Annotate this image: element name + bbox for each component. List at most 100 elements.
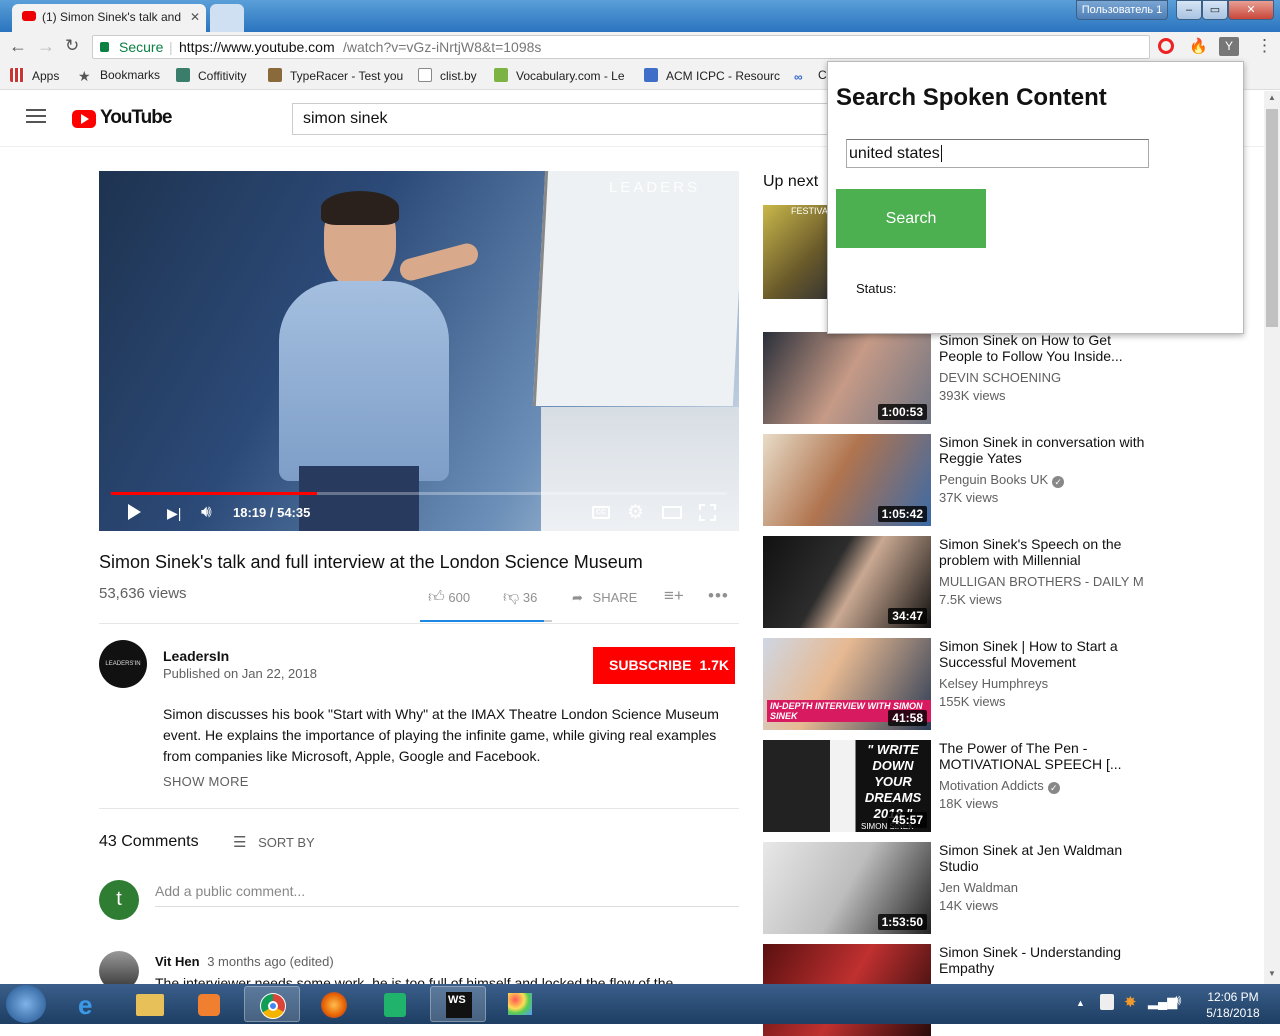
extension-popup: Search Spoken Content united states Sear… [827, 61, 1244, 334]
tray-app-icon[interactable] [368, 986, 424, 1022]
video-thumbnail[interactable]: 1:53:50 [763, 842, 931, 934]
recommended-title[interactable]: Simon Sinek - Understanding Empathy [939, 944, 1149, 976]
recommended-video[interactable]: 1:05:42 Simon Sinek in conversation with … [763, 434, 1144, 526]
volume-icon[interactable]: 🔊︎ [201, 502, 212, 522]
recommended-channel[interactable]: MULLIGAN BROTHERS - DAILY MOT [939, 574, 1144, 589]
close-tab-icon[interactable]: ✕ [190, 4, 200, 30]
captions-icon[interactable]: CC [592, 506, 610, 519]
progress-track[interactable] [111, 492, 727, 495]
like-button[interactable]: 👍︎ 600 [428, 588, 470, 607]
recommended-video[interactable]: IN-DEPTH INTERVIEW WITH SIMON SINEK 41:58… [763, 638, 1143, 730]
channel-label: DEVIN SCHOENING [939, 370, 1062, 385]
recommended-title[interactable]: Simon Sinek on How to Get People to Foll… [939, 332, 1149, 364]
hamburger-menu-icon[interactable] [26, 109, 46, 111]
bookmark-codeforces[interactable]: ∞ C [794, 68, 827, 84]
close-window-icon[interactable]: ✕ [1228, 0, 1274, 20]
recommended-channel[interactable]: Jen Waldman [939, 880, 1144, 895]
media-player-icon[interactable] [182, 986, 238, 1022]
menu-dots-icon[interactable]: ⋮ [1256, 36, 1273, 56]
youtube-search-input[interactable]: simon sinek [292, 103, 852, 135]
bookmark-typeracer[interactable]: TypeRacer - Test you [268, 68, 403, 83]
profile-button[interactable]: Пользователь 1 [1076, 0, 1168, 20]
comment-input[interactable]: Add a public comment... [155, 883, 739, 907]
up-next-thumbnail[interactable]: FESTIVAL [763, 205, 833, 299]
share-button[interactable]: ➦ SHARE [572, 590, 637, 606]
bookmark-vocabulary[interactable]: Vocabulary.com - Le [494, 68, 625, 83]
recommended-video[interactable]: 34:47 Simon Sinek's Speech on the problem… [763, 536, 1144, 628]
windows-taskbar: e WS ▲ ✸ ▂▄▆ 🔊︎ 12:06 PM 5/18/2018 [0, 984, 1280, 1024]
bookmark-apps[interactable]: Apps [10, 68, 59, 83]
tray-fox-icon[interactable]: ✸ [1124, 993, 1137, 1011]
page-scrollbar[interactable]: ▲ ▼ [1264, 91, 1280, 984]
bookmark-coffitivity[interactable]: Coffitivity [176, 68, 246, 83]
recommended-title[interactable]: Simon Sinek's Speech on the problem with… [939, 536, 1149, 568]
spoken-search-input[interactable]: united states [846, 139, 1149, 168]
address-bar[interactable]: Secure | https://www.youtube.com /watch?… [92, 35, 1150, 59]
recommended-title[interactable]: Simon Sinek at Jen Waldman Studio [939, 842, 1149, 874]
video-thumbnail[interactable]: 34:47 [763, 536, 931, 628]
action-center-icon[interactable] [1100, 994, 1114, 1010]
video-player[interactable]: LEADERS ▶︎| 🔊︎ 18:19 / 54:35 CC ⚙ [99, 171, 739, 531]
internet-explorer-icon[interactable]: e [62, 986, 118, 1022]
sort-by-button[interactable]: ☰ SORT BY [233, 833, 315, 851]
recommended-channel[interactable]: Motivation Addicts ✓ [939, 778, 1144, 794]
spoken-search-extension-icon[interactable]: Y [1219, 37, 1239, 56]
user-avatar[interactable]: t [99, 880, 139, 920]
recommended-video[interactable]: 1:00:53 Simon Sinek on How to Get People … [763, 332, 1143, 424]
recommended-title[interactable]: The Power of The Pen - MOTIVATIONAL SPEE… [939, 740, 1149, 772]
theater-mode-icon[interactable] [662, 506, 682, 519]
start-button-icon[interactable] [6, 985, 46, 1023]
maximize-icon[interactable]: ▭ [1202, 0, 1228, 20]
subscribe-button[interactable]: SUBSCRIBE 1.7K [593, 647, 735, 684]
recommended-title[interactable]: Simon Sinek | How to Start a Successful … [939, 638, 1149, 670]
next-icon[interactable]: ▶︎| [167, 505, 181, 522]
tray-expand-icon[interactable]: ▲ [1076, 998, 1085, 1008]
fullscreen-icon[interactable] [699, 504, 716, 521]
play-icon[interactable] [128, 504, 141, 520]
spoken-search-button[interactable]: Search [836, 189, 986, 248]
video-thumbnail[interactable]: 1:05:42 [763, 434, 931, 526]
minimize-icon[interactable]: – [1176, 0, 1202, 20]
scroll-down-icon[interactable]: ▼ [1268, 969, 1276, 978]
clock[interactable]: 12:06 PM 5/18/2018 [1196, 989, 1270, 1021]
window-title-bar: (1) Simon Sinek's talk and ✕ Пользовател… [0, 0, 1280, 32]
file-explorer-icon[interactable] [122, 986, 178, 1022]
recommended-video[interactable]: " WRITE DOWN YOUR DREAMS 2018 "SIMON SIN… [763, 740, 1143, 832]
youtube-logo-text[interactable]: YouTube [100, 107, 172, 129]
chrome-icon[interactable] [244, 986, 300, 1022]
firefox-icon[interactable] [306, 986, 362, 1022]
bookmark-bookmarks[interactable]: ★ Bookmarks [78, 68, 160, 84]
video-thumbnail[interactable]: IN-DEPTH INTERVIEW WITH SIMON SINEK 41:58 [763, 638, 931, 730]
thumbs-up-icon: 👍︎ [428, 589, 445, 606]
new-tab-button[interactable] [210, 4, 244, 32]
webstorm-icon[interactable]: WS [430, 986, 486, 1022]
recommended-video[interactable]: 1:53:50 Simon Sinek at Jen Waldman Studio… [763, 842, 1143, 934]
recommended-channel[interactable]: Penguin Books UK ✓ [939, 472, 1144, 488]
back-icon[interactable]: ← [9, 36, 27, 57]
reload-icon[interactable]: ↻ [65, 36, 79, 56]
speaker-icon[interactable]: 🔊︎ [1172, 992, 1181, 1009]
channel-name[interactable]: LeadersIn [163, 648, 229, 664]
browser-tab[interactable]: (1) Simon Sinek's talk and ✕ [12, 4, 206, 32]
video-thumbnail[interactable]: 1:00:53 [763, 332, 931, 424]
channel-avatar[interactable]: LEADERS'IN [99, 640, 147, 688]
recommended-channel[interactable]: Kelsey Humphreys [939, 676, 1144, 691]
more-actions-icon[interactable]: ••• [708, 586, 729, 606]
recommended-channel[interactable]: DEVIN SCHOENING [939, 370, 1144, 385]
paint-icon[interactable] [492, 986, 548, 1022]
recommended-title[interactable]: Simon Sinek in conversation with Reggie … [939, 434, 1149, 466]
dislike-button[interactable]: 👎︎ 36 [503, 588, 537, 607]
settings-gear-icon[interactable]: ⚙ [627, 501, 644, 524]
recommended-views: 14K views [939, 898, 999, 913]
show-more-button[interactable]: SHOW MORE [163, 774, 249, 789]
youtube-logo-icon[interactable] [72, 110, 96, 128]
add-to-playlist-icon[interactable]: ≡+ [664, 586, 684, 606]
opera-icon[interactable] [1158, 38, 1174, 54]
scroll-up-icon[interactable]: ▲ [1268, 93, 1276, 102]
video-thumbnail[interactable]: " WRITE DOWN YOUR DREAMS 2018 "SIMON SIN… [763, 740, 931, 832]
fire-extension-icon[interactable]: 🔥 [1189, 37, 1208, 55]
bookmark-clist[interactable]: clist.by [418, 68, 477, 83]
bookmark-acm[interactable]: ACM ICPC - Resourc [644, 68, 780, 83]
scrollbar-thumb[interactable] [1266, 109, 1278, 327]
forward-icon[interactable]: → [37, 36, 55, 57]
